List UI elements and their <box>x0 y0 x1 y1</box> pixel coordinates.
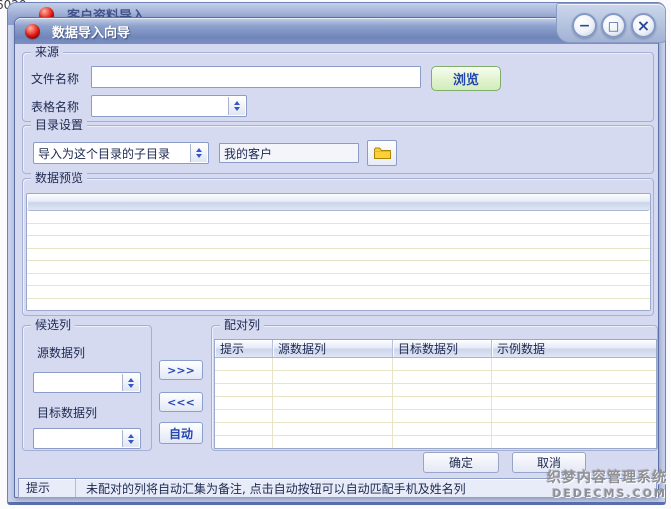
minimize-button[interactable]: − <box>572 13 597 38</box>
table-cell <box>492 384 656 396</box>
table-cell <box>393 371 492 383</box>
table-cell <box>215 371 273 383</box>
dialog-title: 数据导入向导 <box>52 22 130 41</box>
file-name-input[interactable] <box>91 66 421 88</box>
paired-table-rows <box>215 358 656 448</box>
table-row <box>27 211 650 224</box>
table-cell <box>273 384 393 396</box>
table-row <box>27 261 650 274</box>
preview-table-rows <box>27 211 650 310</box>
paired-group: 配对列 提示 源数据列 目标数据列 示例数据 <box>211 325 658 451</box>
auto-match-button[interactable]: 自动 <box>159 422 203 444</box>
app-icon <box>25 24 40 39</box>
table-cell <box>215 410 273 422</box>
column-header-target[interactable]: 目标数据列 <box>393 340 492 357</box>
table-row <box>215 371 656 384</box>
maximize-icon: □ <box>608 19 619 33</box>
table-cell <box>215 384 273 396</box>
table-row <box>215 397 656 410</box>
table-cell <box>393 397 492 409</box>
table-row <box>27 224 650 237</box>
directory-input[interactable] <box>219 143 359 163</box>
cancel-button[interactable]: 取消 <box>512 452 586 473</box>
paired-group-label: 配对列 <box>220 318 264 333</box>
data-import-wizard-dialog: 数据导入向导 来源 文件名称 浏览 表格名称 目录设置 导入为这个目录的子目录 … <box>14 17 659 498</box>
paired-table[interactable]: 提示 源数据列 目标数据列 示例数据 <box>214 339 657 449</box>
dropdown-arrows-icon[interactable] <box>190 144 207 162</box>
minimize-icon: − <box>579 18 591 34</box>
table-row <box>215 423 656 436</box>
dropdown-arrows-icon[interactable] <box>122 430 139 447</box>
table-cell <box>492 371 656 383</box>
preview-table[interactable] <box>26 193 651 311</box>
table-row <box>215 384 656 397</box>
dropdown-arrows-icon[interactable] <box>228 97 245 115</box>
table-cell <box>492 397 656 409</box>
import-mode-value: 导入为这个目录的子目录 <box>38 145 208 162</box>
status-message: 未配对的列将自动汇集为备注, 点击自动按钮可以自动匹配手机及姓名列 <box>76 480 466 497</box>
source-column-select[interactable] <box>33 372 141 393</box>
table-row <box>215 436 656 448</box>
table-cell <box>215 436 273 448</box>
preview-group-label: 数据预览 <box>31 171 87 186</box>
table-cell <box>273 397 393 409</box>
candidate-group-label: 候选列 <box>31 318 75 333</box>
table-cell <box>492 358 656 370</box>
remove-pair-button[interactable]: <<< <box>159 392 203 412</box>
table-row <box>215 358 656 371</box>
table-cell <box>393 410 492 422</box>
table-cell <box>273 436 393 448</box>
directory-group: 目录设置 导入为这个目录的子目录 <box>22 125 654 174</box>
target-column-select[interactable] <box>33 428 141 449</box>
folder-button[interactable] <box>367 140 397 166</box>
source-group-label: 来源 <box>31 45 63 60</box>
source-column-label: 源数据列 <box>37 344 85 361</box>
paired-table-header: 提示 源数据列 目标数据列 示例数据 <box>215 340 656 358</box>
close-button[interactable]: × <box>631 13 656 38</box>
table-name-label: 表格名称 <box>31 98 79 115</box>
candidate-group: 候选列 源数据列 目标数据列 <box>22 325 152 451</box>
table-cell <box>273 358 393 370</box>
column-header-hint[interactable]: 提示 <box>215 340 273 357</box>
source-group: 来源 文件名称 浏览 表格名称 <box>22 52 654 122</box>
preview-table-header <box>27 194 650 211</box>
table-cell <box>393 358 492 370</box>
table-cell <box>393 423 492 435</box>
table-row <box>27 274 650 287</box>
table-row <box>27 299 650 311</box>
table-cell <box>492 436 656 448</box>
window-controls-panel: − □ × <box>556 3 666 43</box>
import-mode-select[interactable]: 导入为这个目录的子目录 <box>33 142 209 164</box>
table-cell <box>393 436 492 448</box>
table-cell <box>492 410 656 422</box>
status-bar: 提示 未配对的列将自动汇集为备注, 点击自动按钮可以自动匹配手机及姓名列 <box>18 478 657 498</box>
column-header-source[interactable]: 源数据列 <box>273 340 393 357</box>
table-cell <box>273 371 393 383</box>
column-header-sample[interactable]: 示例数据 <box>492 340 656 357</box>
target-column-label: 目标数据列 <box>37 404 97 421</box>
folder-icon <box>373 146 392 160</box>
table-cell <box>492 423 656 435</box>
ok-button[interactable]: 确定 <box>423 452 499 473</box>
table-cell <box>393 384 492 396</box>
table-cell <box>273 410 393 422</box>
browse-button[interactable]: 浏览 <box>431 66 501 91</box>
table-cell <box>273 423 393 435</box>
table-cell <box>215 397 273 409</box>
dropdown-arrows-icon[interactable] <box>122 374 139 391</box>
preview-group: 数据预览 <box>22 178 654 316</box>
table-row <box>27 286 650 299</box>
table-row <box>27 236 650 249</box>
directory-group-label: 目录设置 <box>31 118 87 133</box>
status-label: 提示 <box>19 479 76 497</box>
close-icon: × <box>637 16 650 35</box>
table-name-select[interactable] <box>91 95 247 117</box>
table-cell <box>215 358 273 370</box>
table-row <box>215 410 656 423</box>
maximize-button[interactable]: □ <box>601 13 626 38</box>
file-name-label: 文件名称 <box>31 70 79 87</box>
add-pair-button[interactable]: >>> <box>159 360 203 380</box>
table-row <box>27 249 650 262</box>
table-cell <box>215 423 273 435</box>
